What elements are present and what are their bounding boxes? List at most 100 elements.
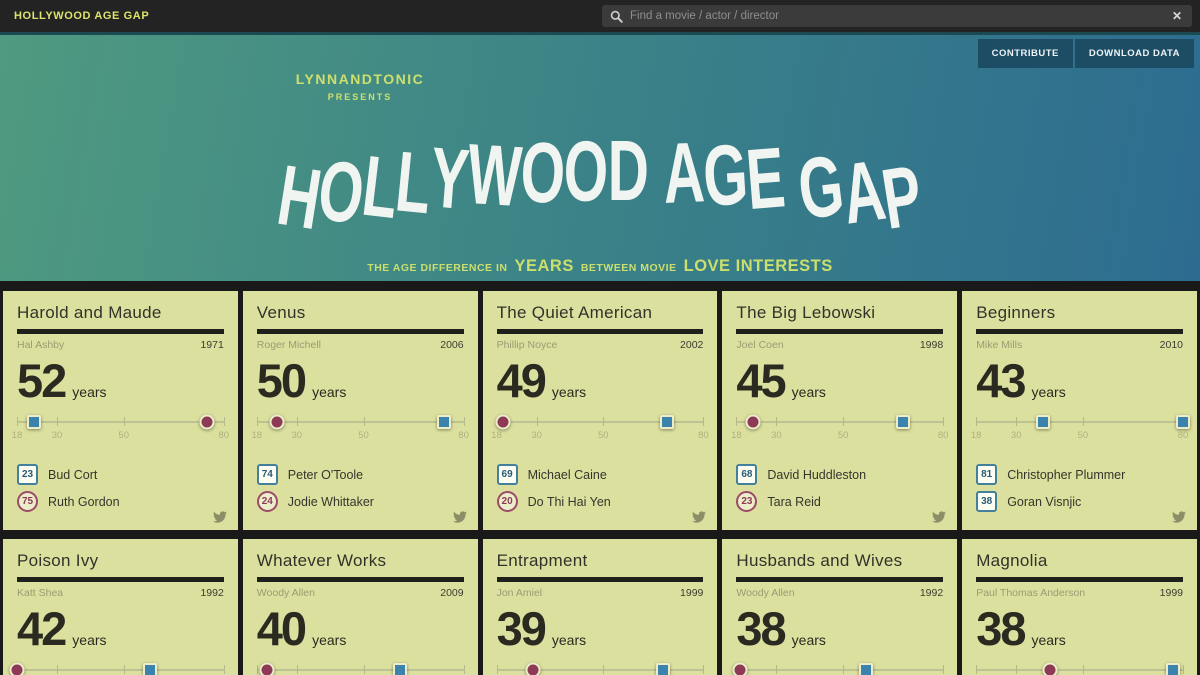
age-gap: 45 years [736, 359, 943, 404]
slider-tick-labels: 18305080 [497, 430, 704, 442]
movie-card: Whatever Works Woody Allen 2009 40 years… [243, 539, 478, 675]
age-gap: 43 years [976, 359, 1183, 404]
twitter-share-icon[interactable] [1171, 510, 1187, 524]
twitter-share-icon[interactable] [931, 510, 947, 524]
slider-tick [943, 417, 944, 426]
movie-title: Beginners [976, 303, 1183, 323]
search-bar[interactable]: ✕ [602, 5, 1192, 27]
slider-track [976, 669, 1183, 671]
title-underline [736, 577, 943, 582]
slider-marker-square [437, 415, 451, 429]
slider-tick-label: 80 [458, 430, 469, 441]
actor-row: 24Jodie Whittaker [257, 491, 464, 513]
age-slider: 18305080 [257, 660, 464, 675]
actor-age-badge: 24 [257, 491, 278, 512]
slider-tick [1183, 665, 1184, 674]
actor-list: 69 Michael Caine 20Do Thi Hai Yen [497, 464, 704, 513]
slider-tick [224, 665, 225, 674]
actor-name: Michael Caine [528, 468, 607, 482]
slider-marker-circle [10, 662, 25, 675]
slider-tick [57, 665, 58, 674]
slider-tick-label: 18 [971, 430, 982, 441]
movie-director: Hal Ashby [17, 339, 64, 351]
age-slider: 18305080 [736, 660, 943, 675]
actor-name: Bud Cort [48, 468, 97, 482]
presenter-block: LYNNANDTONIC PRESENTS [0, 71, 720, 102]
age-gap: 38 years [976, 607, 1183, 652]
movie-title: Whatever Works [257, 551, 464, 571]
title-underline [17, 577, 224, 582]
actor-name: Peter O'Toole [288, 468, 363, 482]
slider-tick [603, 665, 604, 674]
contribute-button[interactable]: CONTRIBUTE [978, 39, 1073, 68]
age-gap-unit: years [792, 632, 826, 648]
age-slider: 18305080 [17, 660, 224, 675]
movie-card: Poison Ivy Katt Shea 1992 42 years 18305… [3, 539, 238, 675]
movie-year: 1992 [920, 587, 943, 599]
movie-title: Poison Ivy [17, 551, 224, 571]
movie-title: The Quiet American [497, 303, 704, 323]
age-gap-value: 39 [497, 607, 545, 652]
twitter-share-icon[interactable] [452, 510, 468, 524]
title-underline [257, 577, 464, 582]
download-data-button[interactable]: DOWNLOAD DATA [1075, 39, 1194, 68]
movie-meta: Phillip Noyce 2002 [497, 339, 704, 351]
site-logo[interactable]: HOLLYWOOD AGE GAP [14, 10, 149, 22]
slider-tick-label: 18 [491, 430, 502, 441]
age-slider: 18305080 [976, 412, 1183, 446]
actor-list: 74Peter O'Toole 24Jodie Whittaker [257, 464, 464, 513]
movie-year: 2006 [440, 339, 463, 351]
age-gap-unit: years [1031, 384, 1065, 400]
movie-card: Venus Roger Michell 2006 50 years 183050… [243, 291, 478, 530]
search-input[interactable] [630, 10, 1170, 22]
actor-row: 23Bud Cort [17, 464, 224, 486]
title-underline [736, 329, 943, 334]
slider-marker-square [1166, 663, 1180, 675]
close-icon[interactable]: ✕ [1170, 9, 1184, 23]
movie-grid: Harold and Maude Hal Ashby 1971 52 years… [0, 281, 1200, 675]
slider-tick [297, 665, 298, 674]
movie-year: 1999 [1160, 587, 1183, 599]
slider-tick [224, 417, 225, 426]
movie-title: Harold and Maude [17, 303, 224, 323]
movie-director: Woody Allen [257, 587, 315, 599]
slider-marker-square [896, 415, 910, 429]
movie-director: Jon Amiel [497, 587, 543, 599]
age-slider: 18305080 [497, 412, 704, 446]
slider-track [257, 669, 464, 671]
age-gap-value: 50 [257, 359, 305, 404]
top-bar: HOLLYWOOD AGE GAP ✕ [0, 0, 1200, 32]
slider-marker-circle [732, 662, 747, 675]
movie-card: Magnolia Paul Thomas Anderson 1999 38 ye… [962, 539, 1197, 675]
title-underline [497, 577, 704, 582]
twitter-share-icon[interactable] [691, 510, 707, 524]
slider-tick [976, 665, 977, 674]
slider-tick [124, 417, 125, 426]
movie-year: 1992 [200, 587, 223, 599]
actor-row: 20Do Thi Hai Yen [497, 491, 704, 513]
movie-year: 1998 [920, 339, 943, 351]
movie-card: The Quiet American Phillip Noyce 2002 49… [483, 291, 718, 530]
slider-tick-labels: 18305080 [976, 430, 1183, 442]
actor-age-badge: 69 [497, 464, 518, 485]
slider-tick-label: 30 [531, 430, 542, 441]
slider-tick [976, 417, 977, 426]
movie-year: 2010 [1160, 339, 1183, 351]
slider-track [976, 421, 1183, 423]
age-gap-unit: years [552, 632, 586, 648]
search-icon [610, 10, 623, 23]
title-underline [497, 329, 704, 334]
age-gap-value: 38 [736, 607, 784, 652]
slider-track [736, 421, 943, 423]
slider-track [736, 669, 943, 671]
actor-row: 74Peter O'Toole [257, 464, 464, 486]
actor-row: 75Ruth Gordon [17, 491, 224, 513]
slider-tick-label: 80 [219, 430, 230, 441]
movie-meta: Joel Coen 1998 [736, 339, 943, 351]
actor-name: Do Thi Hai Yen [528, 495, 611, 509]
title-underline [976, 577, 1183, 582]
slider-tick-labels: 18305080 [736, 430, 943, 442]
actor-row: 69 Michael Caine [497, 464, 704, 486]
age-slider: 18305080 [257, 412, 464, 446]
twitter-share-icon[interactable] [212, 510, 228, 524]
